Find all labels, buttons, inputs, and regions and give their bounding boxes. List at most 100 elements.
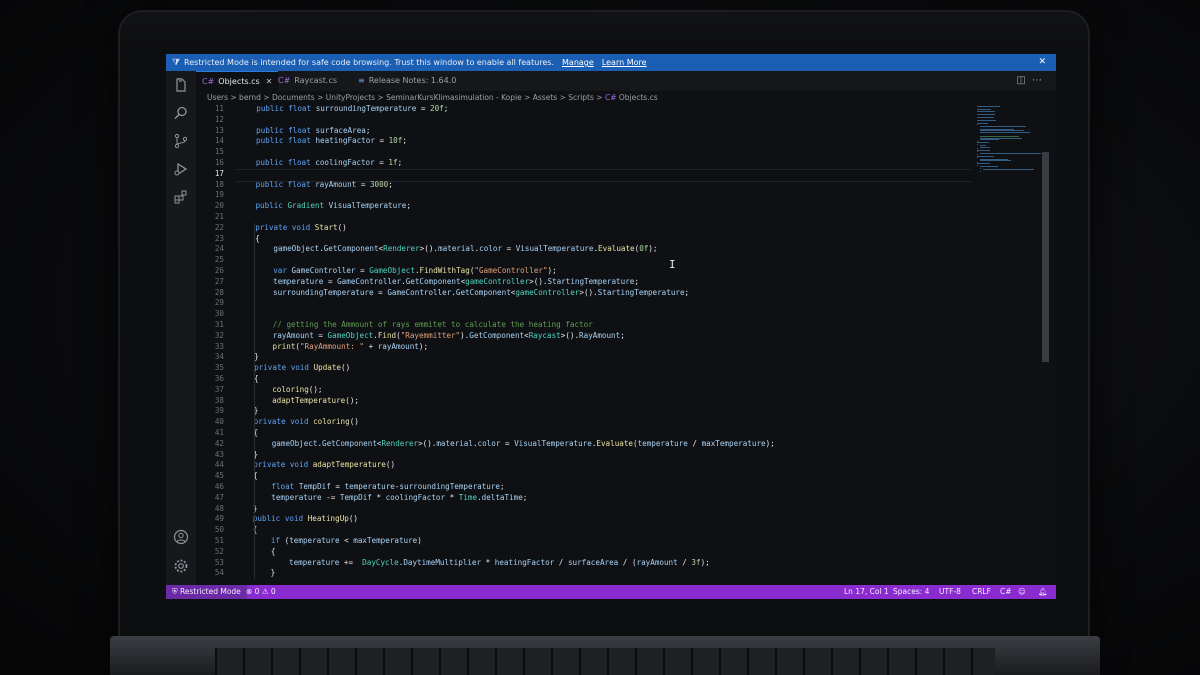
line-number: 52 — [214, 546, 224, 556]
code-line[interactable]: 40 private void coloring() — [196, 417, 986, 428]
line-number: 47 — [214, 492, 224, 502]
code-line[interactable]: 47 temperature -= TempDif * coolingFactor… — [196, 493, 986, 504]
line-number: 11 — [214, 104, 224, 113]
minimap[interactable] — [974, 106, 1044, 176]
code-text: print("RayAmmount: " + rayAmount); — [272, 341, 429, 351]
code-line[interactable]: 28 surroundingTemperature = GameControlle… — [196, 288, 986, 299]
code-line[interactable]: 37 coloring(); — [196, 385, 986, 396]
code-line[interactable]: 39} — [196, 406, 986, 417]
line-number: 12 — [214, 114, 224, 124]
indentation-status[interactable]: Spaces: 4 — [893, 585, 929, 599]
extensions-icon[interactable] — [173, 189, 189, 205]
code-line[interactable]: 41{ — [196, 428, 986, 439]
run-debug-icon[interactable] — [173, 161, 189, 177]
breadcrumb-path[interactable]: Users > bernd > Documents > UnityProject… — [207, 93, 605, 102]
line-number: 21 — [214, 212, 224, 221]
code-text: public void HeatingUp() — [252, 514, 359, 524]
code-line[interactable]: 33 print("RayAmmount: " + rayAmount); — [196, 342, 986, 353]
code-line[interactable]: 51 if (temperature < maxTemperature) — [196, 536, 986, 547]
manage-link[interactable]: Manage — [562, 58, 594, 67]
code-line[interactable]: 15 — [196, 147, 986, 158]
line-number: 18 — [214, 179, 224, 189]
code-line[interactable]: 43} — [196, 450, 986, 461]
line-number: 29 — [214, 298, 224, 308]
code-line[interactable]: 17 — [196, 169, 986, 180]
code-line[interactable]: 34} — [196, 352, 986, 363]
csharp-file-icon: C# — [604, 93, 617, 102]
language-mode-status[interactable]: C# — [1000, 585, 1012, 599]
restricted-mode-status[interactable]: ⛨ Restricted Mode — [166, 585, 247, 599]
close-banner-icon[interactable]: ✕ — [1038, 54, 1046, 71]
minimap-line — [977, 163, 990, 164]
line-number: 40 — [214, 417, 224, 427]
csharp-file-icon: C# — [278, 76, 291, 85]
code-line[interactable]: 49 public void HeatingUp() — [196, 514, 986, 525]
tab-raycast-cs[interactable]: C# Raycast.cs — [272, 71, 343, 91]
code-text: adaptTemperature(); — [272, 395, 359, 405]
minimap-line — [977, 116, 994, 118]
search-icon[interactable] — [173, 105, 189, 121]
code-line[interactable]: 48} — [196, 504, 986, 515]
code-line[interactable]: 19 — [196, 190, 986, 201]
code-line[interactable]: 52 { — [196, 547, 986, 558]
learn-more-link[interactable]: Learn More — [602, 58, 647, 67]
code-line[interactable]: 24 gameObject.GetComponent<Renderer>().ma… — [196, 244, 986, 255]
code-line[interactable]: 29 — [196, 298, 986, 309]
code-line[interactable]: 16 public float coolingFactor = 1f; — [196, 158, 986, 169]
code-line[interactable]: 25 — [196, 255, 986, 266]
line-number: 42 — [214, 438, 224, 448]
code-line[interactable]: 13 public float surfaceArea; — [196, 126, 986, 137]
settings-gear-icon[interactable] — [173, 558, 189, 574]
code-text: temperature += DayCycle.DaytimeMultiplie… — [289, 557, 710, 567]
code-text: public float surroundingTemperature = 20… — [256, 104, 449, 113]
code-line[interactable]: 50{ — [196, 525, 986, 536]
code-line[interactable]: 23 { — [196, 234, 986, 245]
more-actions-icon[interactable]: ⋯ — [1032, 75, 1042, 86]
breadcrumb-file[interactable]: Objects.cs — [619, 93, 658, 102]
code-line[interactable]: 38 adaptTemperature(); — [196, 396, 986, 407]
code-line[interactable]: 12 — [196, 115, 986, 126]
code-line[interactable]: 32 rayAmount = GameObject.Find("Rayemmitt… — [196, 331, 986, 342]
code-line[interactable]: 27 temperature = GameController.GetCompon… — [196, 277, 986, 288]
line-number: 37 — [214, 384, 224, 394]
notifications-icon[interactable]: 🔔︎ — [1038, 585, 1048, 599]
tab-objects-cs[interactable]: C# Objects.cs ✕ — [196, 71, 279, 92]
code-line[interactable]: 42 gameObject.GetComponent<Renderer>().ma… — [196, 439, 986, 450]
code-line[interactable]: 46 float TempDif = temperature-surroundin… — [196, 482, 986, 493]
line-number: 41 — [214, 428, 224, 437]
tab-label: Objects.cs — [218, 77, 260, 86]
files-icon[interactable] — [173, 77, 189, 93]
code-line[interactable]: 26 var GameController = GameObject.FindWi… — [196, 266, 986, 277]
code-line[interactable]: 35 private void Update() — [196, 363, 986, 374]
code-text: surroundingTemperature = GameController.… — [273, 287, 690, 297]
editor-scrollbar[interactable] — [1042, 152, 1049, 362]
code-line[interactable]: 54} — [196, 568, 986, 579]
eol-status[interactable]: CRLF — [972, 585, 991, 599]
restricted-mode-banner: ⧩ Restricted Mode is intended for safe co… — [166, 54, 1056, 71]
encoding-status[interactable]: UTF-8 — [939, 585, 961, 599]
code-line[interactable]: 44 private void adaptTemperature() — [196, 460, 986, 471]
code-editor[interactable]: 11 public float surroundingTemperature = … — [196, 104, 1046, 585]
status-bar: ⛨ Restricted Mode ⊗ 0 ⚠ 0 Ln 17, Col 1 S… — [166, 585, 1056, 599]
code-line[interactable]: 31 // getting the Ammount of rays emmitet… — [196, 320, 986, 331]
vscode-window: ⧩ Restricted Mode is intended for safe co… — [166, 54, 1056, 599]
code-line[interactable]: 22 private void Start() — [196, 223, 986, 234]
code-line[interactable]: 14 public float heatingFactor = 10f; — [196, 136, 986, 147]
split-editor-icon[interactable]: ◫ — [1016, 75, 1025, 86]
cursor-position-status[interactable]: Ln 17, Col 1 — [844, 585, 889, 599]
code-line[interactable]: 11 public float surroundingTemperature = … — [196, 104, 986, 115]
code-line[interactable]: 30 — [196, 309, 986, 320]
account-icon[interactable] — [173, 529, 189, 545]
code-text: private void adaptTemperature() — [253, 460, 396, 470]
feedback-icon[interactable]: ☺ — [1018, 585, 1026, 599]
breadcrumb[interactable]: Users > bernd > Documents > UnityProject… — [207, 93, 658, 104]
code-line[interactable]: 20 public Gradient VisualTemperature; — [196, 201, 986, 212]
code-line[interactable]: 18 public float rayAmount = 3000; — [196, 180, 986, 191]
tab-release-notes[interactable]: ≡ Release Notes: 1.64.0 — [352, 71, 462, 91]
code-line[interactable]: 21 — [196, 212, 986, 223]
source-control-icon[interactable] — [173, 133, 189, 149]
problems-status[interactable]: ⊗ 0 ⚠ 0 — [246, 585, 276, 599]
code-line[interactable]: 45{ — [196, 471, 986, 482]
code-line[interactable]: 53 temperature += DayCycle.DaytimeMultipl… — [196, 558, 986, 569]
code-line[interactable]: 36{ — [196, 374, 986, 385]
